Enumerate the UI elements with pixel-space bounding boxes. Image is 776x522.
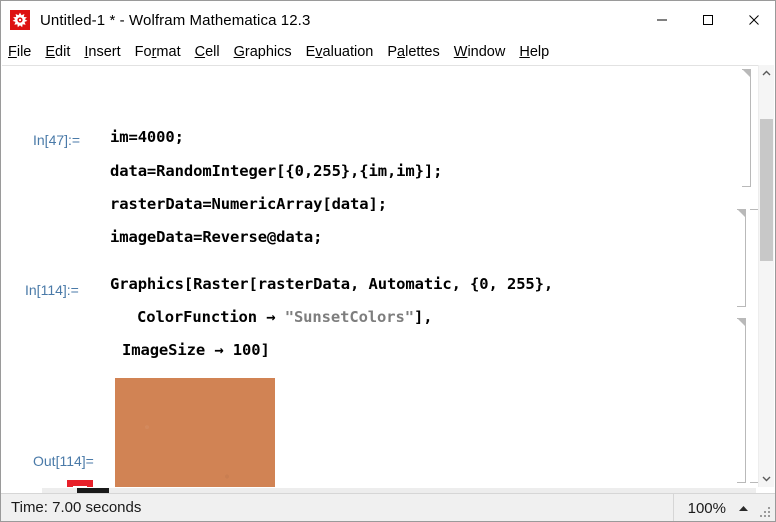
menu-format[interactable]: Format <box>128 41 188 63</box>
timing-status-text: Time: 7.00 seconds <box>11 499 142 516</box>
scroll-down-arrow-icon[interactable] <box>759 470 774 487</box>
menu-edit[interactable]: Edit <box>38 41 77 63</box>
close-button[interactable] <box>731 1 775 39</box>
resize-grip-icon[interactable] <box>760 506 772 518</box>
cell-bracket-in-114[interactable] <box>737 209 746 307</box>
vertical-scrollbar[interactable] <box>758 65 774 487</box>
menu-bar: File Edit Insert Format Cell Graphics Ev… <box>1 39 775 65</box>
menu-insert[interactable]: Insert <box>77 41 127 63</box>
mathematica-spikey-icon <box>10 10 30 30</box>
menu-evaluation[interactable]: Evaluation <box>299 41 381 63</box>
sunsetcolors-string: "SunsetColors" <box>284 308 414 326</box>
menu-window[interactable]: Window <box>447 41 513 63</box>
cell-label-in-114[interactable]: In[114]:= <box>25 282 79 298</box>
menu-cell[interactable]: Cell <box>188 41 227 63</box>
scroll-up-arrow-icon[interactable] <box>759 65 774 82</box>
code-line-rasterdata[interactable]: rasterData=NumericArray[data]; <box>110 195 387 213</box>
cell-bracket-out-114[interactable] <box>737 318 746 483</box>
cell-label-in-47[interactable]: In[47]:= <box>33 132 80 148</box>
cell-bracket-in-47[interactable] <box>742 69 751 187</box>
menu-palettes[interactable]: Palettes <box>380 41 446 63</box>
caret-up-icon[interactable] <box>738 505 749 512</box>
window-controls <box>639 1 775 39</box>
colorfunction-tail: ], <box>413 308 433 326</box>
title-bar: Untitled-1 * - Wolfram Mathematica 12.3 <box>1 1 775 39</box>
code-line-data[interactable]: data=RandomInteger[{0,255},{im,im}]; <box>110 162 442 180</box>
colorfunction-text: ColorFunction → <box>137 308 285 326</box>
window-title: Untitled-1 * - Wolfram Mathematica 12.3 <box>40 11 311 29</box>
status-bar: Time: 7.00 seconds 100% <box>1 493 775 521</box>
red-down-arrow-annotation <box>52 480 108 487</box>
vertical-scroll-thumb[interactable] <box>760 119 773 261</box>
code-line-imagedata[interactable]: imageData=Reverse@data; <box>110 228 322 246</box>
minimize-button[interactable] <box>639 1 685 39</box>
code-line-im[interactable]: im=4000; <box>110 128 184 146</box>
zoom-level-value: 100% <box>687 499 726 517</box>
cell-label-out-114[interactable]: Out[114]= <box>33 453 94 469</box>
menu-graphics[interactable]: Graphics <box>227 41 299 63</box>
code-line-imagesize[interactable]: ImageSize → 100] <box>122 341 270 359</box>
menu-help[interactable]: Help <box>512 41 556 63</box>
menu-file[interactable]: File <box>1 41 38 63</box>
notebook-canvas[interactable]: In[47]:= im=4000; data=RandomInteger[{0,… <box>2 65 760 487</box>
mathematica-window: Untitled-1 * - Wolfram Mathematica 12.3 … <box>0 0 776 522</box>
code-line-graphics[interactable]: Graphics[Raster[rasterData, Automatic, {… <box>110 275 553 293</box>
raster-output-image[interactable] <box>115 378 275 487</box>
zoom-control[interactable]: 100% <box>672 494 753 521</box>
code-line-colorfunction[interactable]: ColorFunction → "SunsetColors"], <box>137 308 433 326</box>
maximize-button[interactable] <box>685 1 731 39</box>
